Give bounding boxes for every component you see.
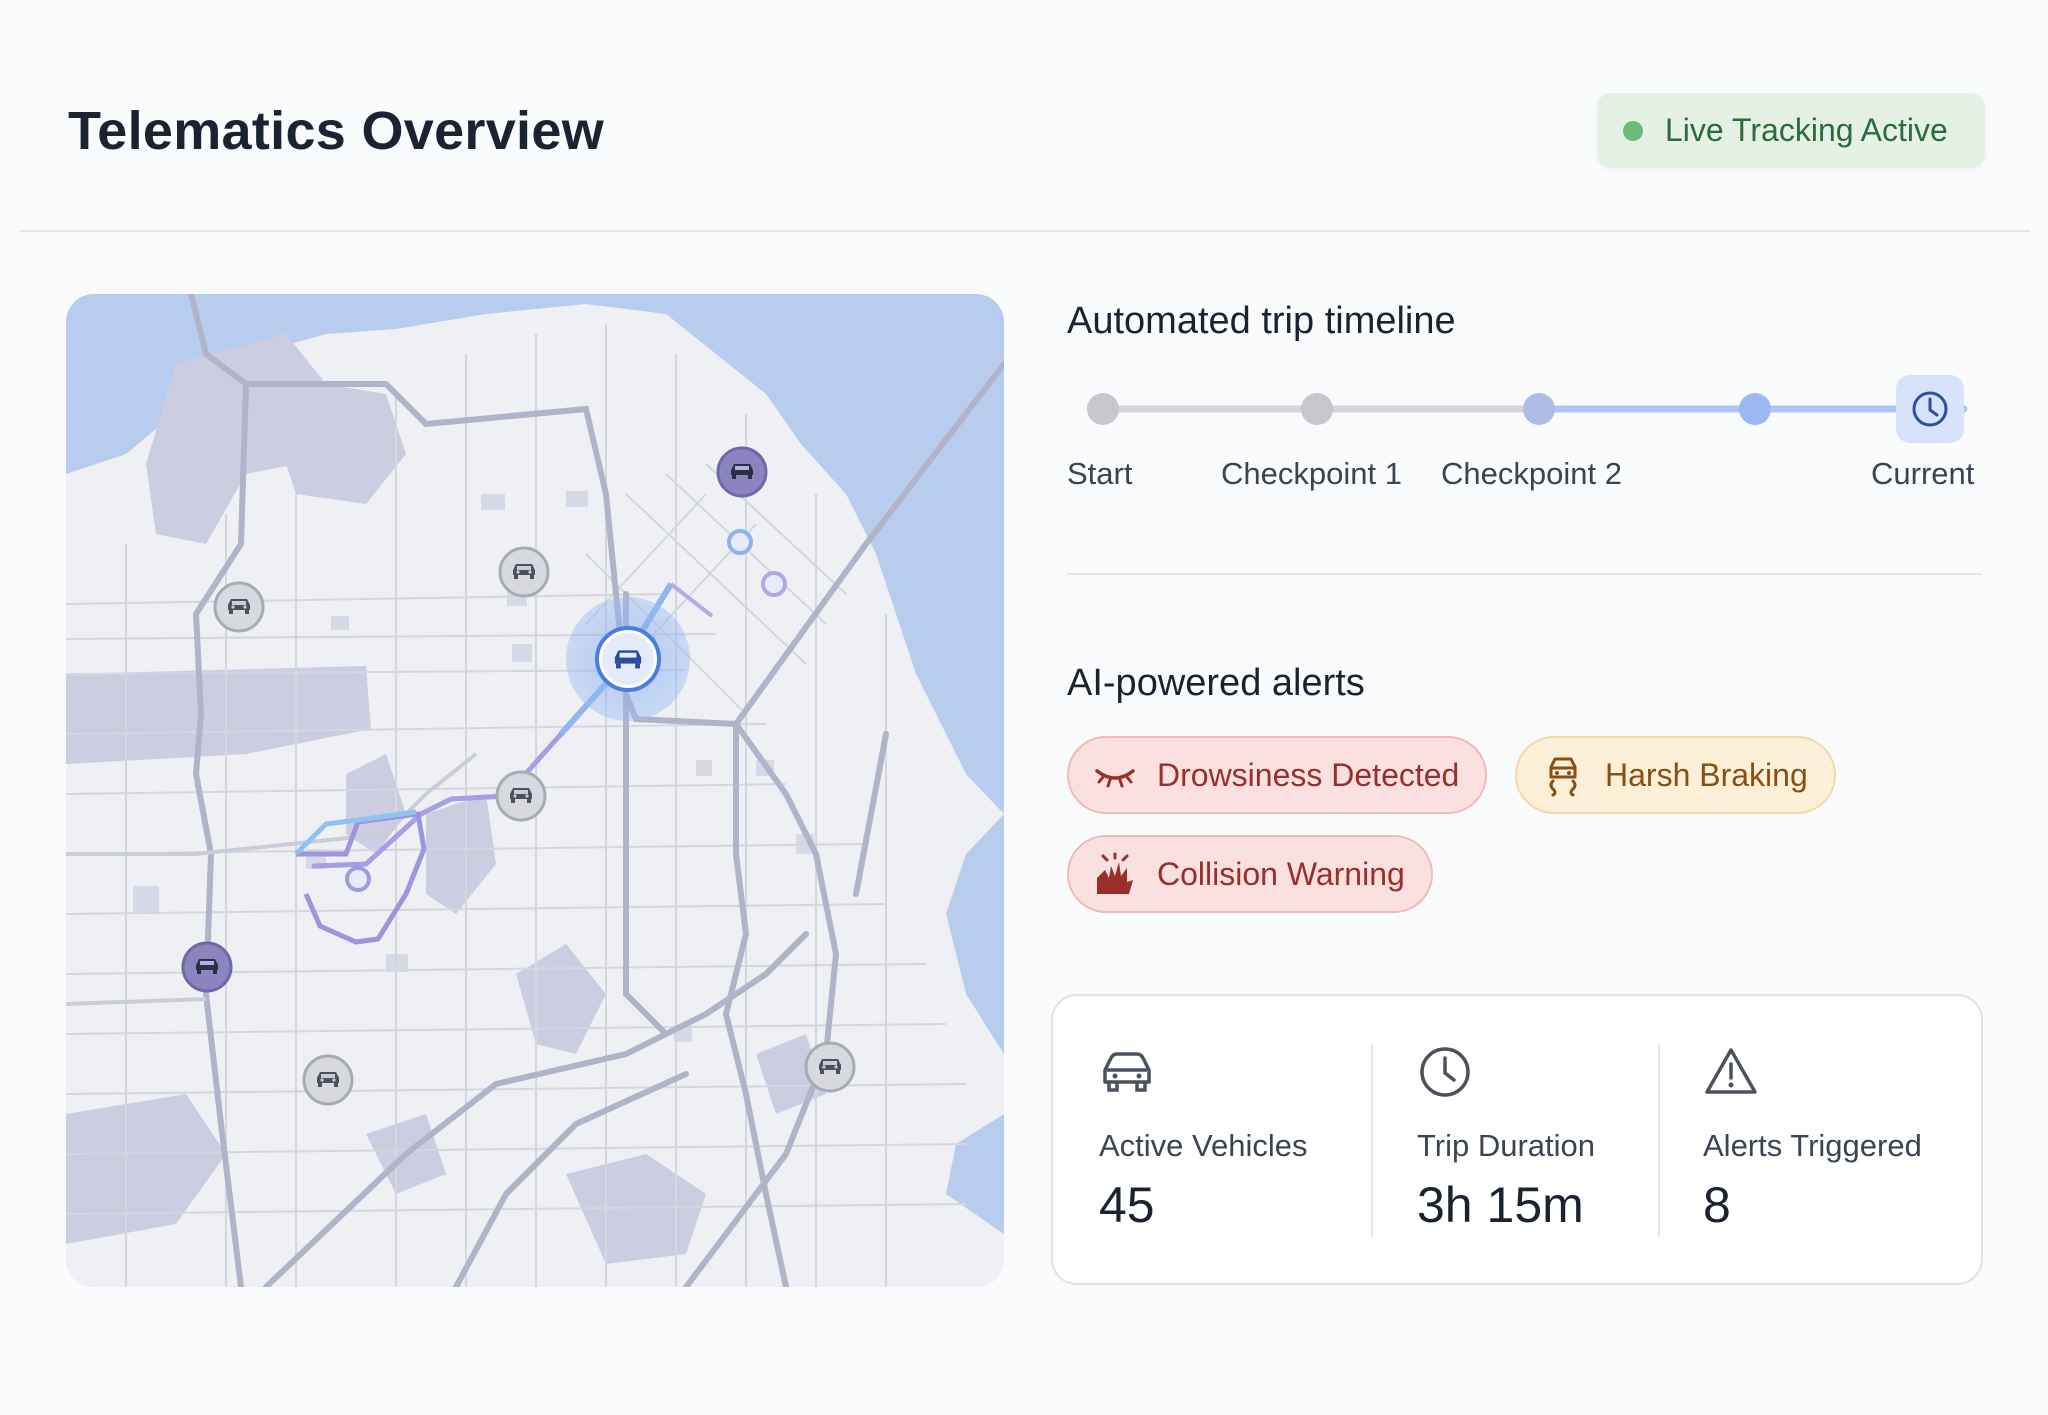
- stat-label: Active Vehicles: [1099, 1128, 1308, 1163]
- closed-eye-icon: [1093, 753, 1137, 797]
- vehicle-marker[interactable]: [498, 546, 550, 598]
- trip-timeline: Start Checkpoint 1 Checkpoint 2 Current: [1067, 372, 1987, 502]
- vehicle-marker[interactable]: [495, 770, 547, 822]
- alert-drowsiness[interactable]: Drowsiness Detected: [1067, 736, 1488, 814]
- route-node[interactable]: [761, 571, 787, 597]
- vehicle-marker[interactable]: [804, 1041, 856, 1093]
- timeline-title: Automated trip timeline: [1067, 300, 1456, 342]
- clock-icon: [1417, 1044, 1473, 1100]
- stat-label: Trip Duration: [1417, 1128, 1596, 1163]
- timeline-step-4[interactable]: [1739, 393, 1771, 425]
- alerts-title: AI-powered alerts: [1067, 662, 1365, 704]
- section-divider: [1067, 573, 1982, 575]
- active-vehicle-marker[interactable]: [595, 626, 661, 692]
- alert-label: Collision Warning: [1157, 855, 1405, 892]
- collision-icon: [1093, 852, 1137, 896]
- vehicle-marker[interactable]: [181, 941, 233, 993]
- stat-divider: [1371, 1044, 1373, 1237]
- alert-harsh-braking[interactable]: Harsh Braking: [1515, 736, 1836, 814]
- stat-trip-duration: Trip Duration 3h 15m: [1417, 996, 1667, 1283]
- route-node[interactable]: [727, 529, 753, 555]
- stat-value: 8: [1703, 1177, 1731, 1233]
- vehicle-marker[interactable]: [716, 446, 768, 498]
- timeline-step-checkpoint-1[interactable]: [1301, 393, 1333, 425]
- car-outline-icon: [1099, 1044, 1155, 1100]
- stat-value: 45: [1099, 1177, 1155, 1233]
- stat-alerts-triggered: Alerts Triggered 8: [1703, 996, 1963, 1283]
- timeline-label-start: Start: [1067, 456, 1133, 491]
- timeline-step-checkpoint-2[interactable]: [1523, 393, 1555, 425]
- stats-card: Active Vehicles 45 Trip Duration 3h 15m …: [1051, 994, 1983, 1285]
- status-dot-icon: [1623, 120, 1643, 141]
- timeline-step-start[interactable]: [1087, 393, 1119, 425]
- alert-label: Drowsiness Detected: [1157, 756, 1460, 793]
- vehicle-marker[interactable]: [213, 581, 265, 633]
- timeline-label-current: Current: [1871, 456, 1975, 491]
- stat-divider: [1658, 1044, 1660, 1237]
- route-node[interactable]: [345, 866, 371, 892]
- stat-label: Alerts Triggered: [1703, 1128, 1922, 1163]
- alert-collision[interactable]: Collision Warning: [1067, 835, 1433, 913]
- stat-value: 3h 15m: [1417, 1177, 1584, 1233]
- braking-car-icon: [1541, 753, 1585, 797]
- live-tracking-label: Live Tracking Active: [1665, 112, 1948, 148]
- page-header: Telematics Overview Live Tracking Active: [20, 60, 2030, 232]
- stat-active-vehicles: Active Vehicles 45: [1099, 996, 1359, 1283]
- live-tracking-badge[interactable]: Live Tracking Active: [1597, 93, 1985, 168]
- timeline-label-checkpoint-1: Checkpoint 1: [1221, 456, 1402, 491]
- timeline-step-current[interactable]: [1896, 375, 1964, 443]
- warning-icon: [1703, 1044, 1759, 1100]
- vehicle-marker[interactable]: [302, 1054, 354, 1106]
- map-view[interactable]: [66, 294, 1004, 1287]
- timeline-label-checkpoint-2: Checkpoint 2: [1441, 456, 1622, 491]
- page-title: Telematics Overview: [68, 101, 604, 161]
- alert-label: Harsh Braking: [1605, 756, 1808, 793]
